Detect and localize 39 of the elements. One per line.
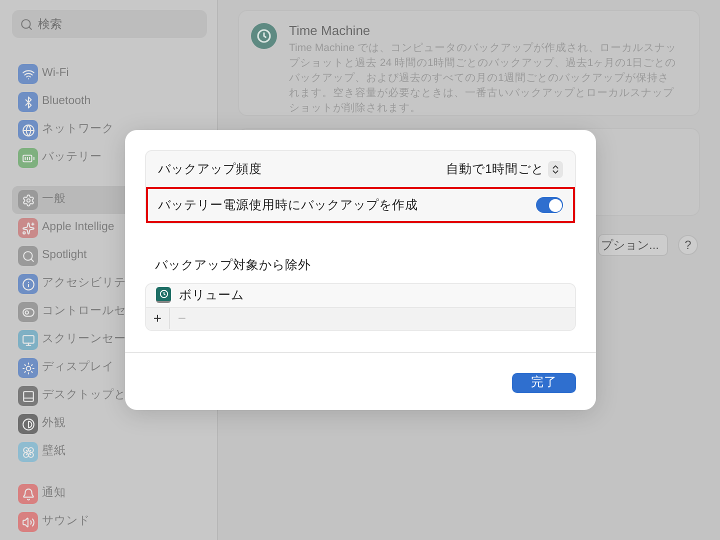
sparkle-icon	[18, 218, 38, 238]
search-icon	[18, 246, 38, 266]
sidebar-item[interactable]: 通知	[12, 480, 207, 508]
sidebar-item[interactable]: ネットワーク	[12, 116, 207, 144]
globe-icon	[18, 120, 38, 140]
battery-icon	[18, 148, 38, 168]
toggle-switch[interactable]	[536, 197, 563, 213]
sidebar-item[interactable]: 外観	[12, 410, 207, 438]
sun-icon	[18, 358, 38, 378]
monitor-icon	[18, 330, 38, 350]
sidebar-item[interactable]: Wi-Fi	[12, 60, 207, 88]
sidebar-item[interactable]: デスクトップと	[12, 382, 207, 410]
gear-icon	[18, 190, 38, 210]
row-label: バックアップ頻度	[158, 160, 262, 178]
contrast-icon	[18, 414, 38, 434]
section-title: バックアップ対象から除外	[154, 257, 312, 274]
flower-icon	[18, 442, 38, 462]
wifi-icon	[18, 64, 38, 84]
add-button[interactable]: +	[146, 308, 170, 330]
frequency-select[interactable]: 自動で1時間ごと	[446, 160, 563, 178]
done-button[interactable]: 完了	[512, 372, 576, 393]
chevron-icon	[548, 160, 563, 178]
clock-icon	[251, 23, 277, 49]
card-title: Time Machine	[289, 22, 372, 40]
help-button[interactable]: ?	[678, 235, 698, 255]
options-button[interactable]: プション...	[598, 234, 668, 256]
search-field[interactable]: 検索	[12, 10, 207, 38]
switch-icon	[18, 302, 38, 322]
sidebar-item[interactable]: 壁紙	[12, 438, 207, 466]
sidebar-item[interactable]: サウンド	[12, 508, 207, 536]
sidebar-item[interactable]: Bluetooth	[12, 88, 207, 116]
sidebar-item[interactable]: Apple Intellige	[12, 214, 207, 242]
sidebar-item[interactable]: ディスプレイ	[12, 354, 207, 382]
bell-icon	[18, 484, 38, 504]
speaker-icon	[18, 512, 38, 532]
bluetooth-icon	[18, 92, 38, 112]
dock-icon	[18, 386, 38, 406]
info-icon	[18, 274, 38, 294]
search-icon	[20, 18, 33, 30]
